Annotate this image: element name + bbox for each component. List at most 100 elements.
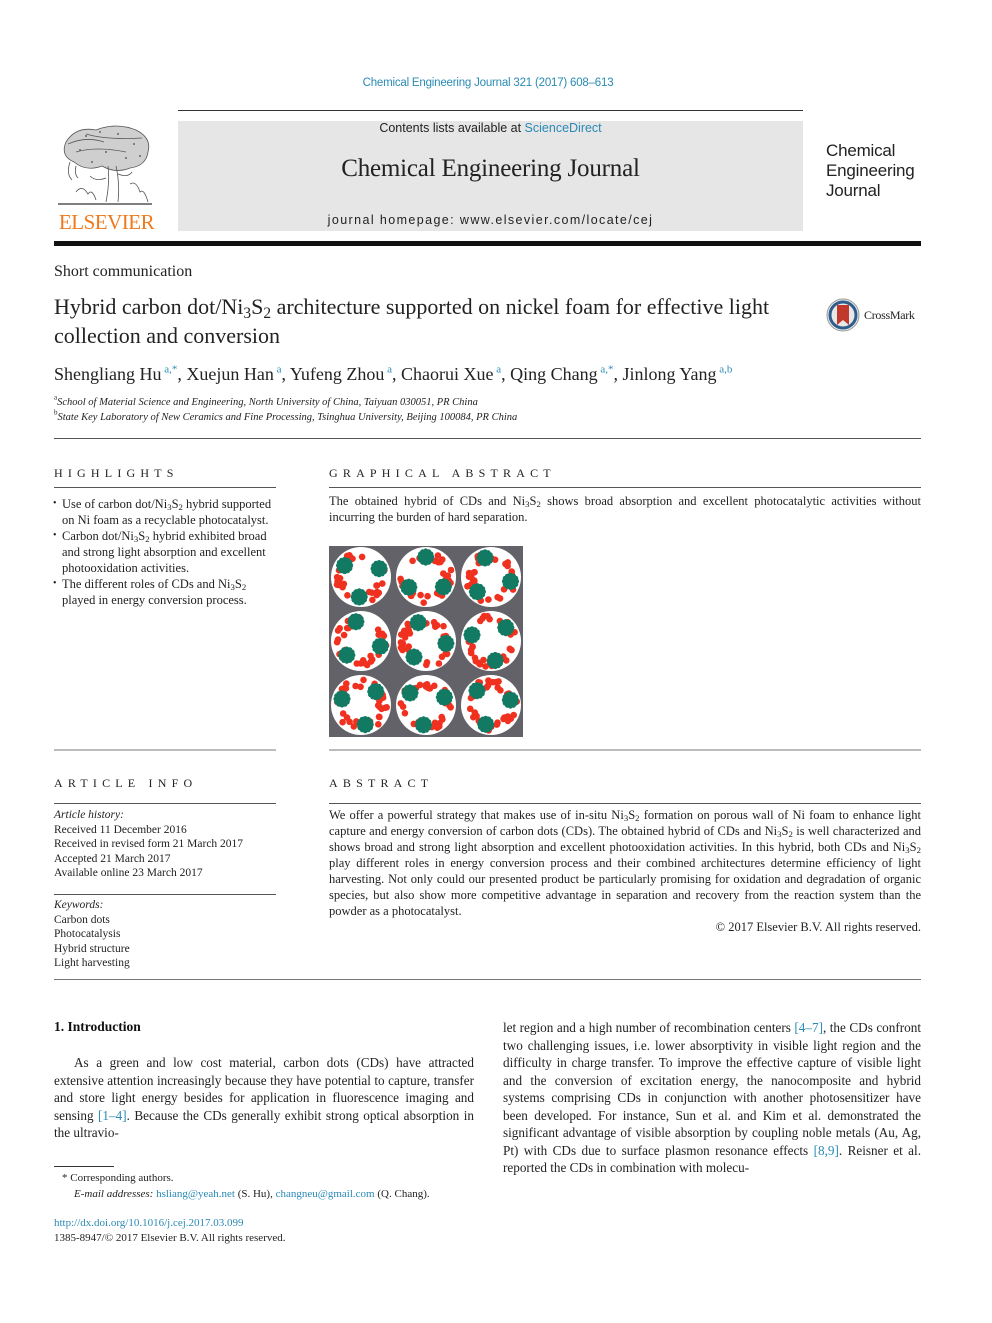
keyword-item: Photocatalysis	[54, 928, 121, 940]
author-affiliation-marker[interactable]: a	[493, 363, 501, 375]
header-thick-rule	[54, 241, 921, 246]
author-name[interactable]: Yufeng Zhou	[290, 364, 384, 384]
introduction-heading: 1. Introduction	[54, 1019, 141, 1034]
carbon-dot	[504, 717, 512, 725]
keywords-label: Keywords:	[54, 899, 104, 911]
email-link[interactable]: hsliang@yeah.net	[156, 1188, 235, 1200]
cover-logo-line: Journal	[826, 181, 881, 200]
highlight-item: Carbon dot/Ni3S2 hybrid exhibited broad …	[53, 528, 282, 576]
article-info-divider	[54, 803, 276, 804]
section-divider	[54, 749, 276, 751]
pore-cell	[331, 547, 391, 607]
carbon-dot	[416, 681, 424, 689]
affiliation-item: bState Key Laboratory of New Ceramics an…	[54, 407, 518, 423]
affiliations-divider	[54, 438, 921, 439]
title-text: Hybrid carbon dot/Ni	[54, 294, 244, 319]
section-divider	[329, 749, 921, 751]
carbon-dot	[476, 661, 484, 668]
carbon-dot	[423, 659, 431, 666]
author-name[interactable]: Xuejun Han	[186, 364, 273, 384]
abstract-body: We offer a powerful strategy that makes …	[329, 808, 921, 934]
carbon-dot	[373, 582, 380, 589]
author-affiliation-marker[interactable]: a,b	[717, 363, 732, 375]
pore-cell	[461, 547, 521, 607]
introduction-left-column: As a green and low cost material, carbon…	[54, 1055, 474, 1140]
carbon-dot	[484, 612, 491, 620]
sciencedirect-link[interactable]: ScienceDirect	[525, 121, 602, 135]
abstract-divider	[329, 803, 921, 804]
pore-cell	[331, 611, 391, 671]
journal-cover-logo[interactable]: Chemical Engineering Journal	[826, 141, 936, 201]
carbon-dot	[435, 660, 443, 667]
author-affiliation-marker[interactable]: a,*	[162, 363, 177, 375]
carbon-dot	[375, 713, 383, 721]
author-affiliation-marker[interactable]: a	[384, 363, 392, 375]
carbon-dot	[494, 684, 501, 691]
carbon-dot	[447, 566, 455, 574]
carbon-dot	[346, 718, 353, 726]
introduction-right-column: let region and a high number of recombin…	[503, 1020, 921, 1175]
affiliations: aSchool of Material Science and Engineer…	[54, 394, 518, 425]
abstract-bottom-divider	[54, 979, 921, 980]
author-name[interactable]: Shengliang Hu	[54, 364, 162, 384]
carbon-dot	[336, 580, 344, 587]
carbon-dot	[469, 643, 476, 651]
keyword-item: Carbon dots	[54, 913, 110, 926]
author-name[interactable]: Chaorui Xue	[401, 364, 493, 384]
carbon-dot	[436, 723, 443, 730]
crossmark-icon	[826, 298, 860, 332]
reference-link[interactable]: [4–7]	[794, 1020, 823, 1035]
highlights-list: Use of carbon dot/Ni3S2 hybrid supported…	[53, 496, 282, 608]
journal-header: Contents lists available at ScienceDirec…	[178, 121, 803, 231]
author-name[interactable]: Qing Chang	[510, 364, 598, 384]
history-item: Received 11 December 2016	[54, 823, 187, 836]
email-link[interactable]: changneu@gmail.com	[276, 1188, 375, 1200]
homepage-link[interactable]: www.elsevier.com/locate/cej	[460, 213, 653, 227]
carbon-dot	[352, 682, 359, 690]
carbon-dot	[358, 553, 366, 561]
carbon-dot	[340, 631, 348, 639]
pore-cell	[396, 675, 456, 735]
crossmark-badge[interactable]: CrossMark	[826, 298, 915, 332]
publisher-name: ELSEVIER	[58, 210, 155, 234]
carbon-dot	[360, 676, 367, 684]
doi-link[interactable]: http://dx.doi.org/10.1016/j.cej.2017.03.…	[54, 1217, 244, 1229]
carbon-dot	[465, 573, 473, 580]
elsevier-tree-icon	[58, 125, 152, 205]
title-subscript: 3	[243, 304, 252, 322]
carbon-dot	[406, 630, 414, 637]
history-item: Received in revised form 21 March 2017	[54, 838, 244, 850]
article-history: Article history: Received 11 December 20…	[54, 808, 276, 881]
cover-logo-line: Engineering	[826, 161, 915, 180]
author-affiliation-marker[interactable]: a,*	[598, 363, 613, 375]
carbon-dot	[333, 638, 341, 646]
title-subscript: 2	[263, 304, 272, 322]
carbon-dot	[438, 713, 445, 721]
reference-link[interactable]: [8,9]	[814, 1143, 839, 1158]
reference-link[interactable]: [1–4]	[98, 1108, 127, 1123]
pore-cell	[396, 547, 456, 607]
author-affiliation-marker[interactable]: a	[274, 363, 282, 375]
pore-cell	[331, 675, 391, 735]
carbon-dot	[471, 709, 479, 716]
graphical-abstract-image[interactable]	[329, 546, 523, 737]
carbon-dot	[440, 622, 447, 630]
homepage-prefix: journal homepage:	[327, 213, 460, 227]
carbon-dot	[420, 599, 427, 606]
title-text: S	[251, 294, 264, 319]
carbon-dot	[409, 557, 416, 565]
corresponding-note: * Corresponding authors.	[62, 1172, 174, 1184]
carbon-dot	[397, 644, 405, 651]
journal-citation-link[interactable]: Chemical Engineering Journal 321 (2017) …	[0, 77, 976, 89]
carbon-dot	[433, 622, 441, 629]
carbon-dot	[508, 646, 515, 654]
author-name[interactable]: Jinlong Yang	[623, 364, 717, 384]
pore-cell	[396, 611, 456, 671]
carbon-dot	[494, 593, 501, 601]
carbon-dot	[493, 721, 501, 728]
footnotes: * Corresponding authors. E-mail addresse…	[54, 1170, 430, 1202]
carbon-dot	[344, 592, 351, 599]
carbon-dot	[397, 700, 405, 707]
pore-cell	[461, 611, 521, 671]
elsevier-logo[interactable]: ELSEVIER	[54, 120, 172, 234]
